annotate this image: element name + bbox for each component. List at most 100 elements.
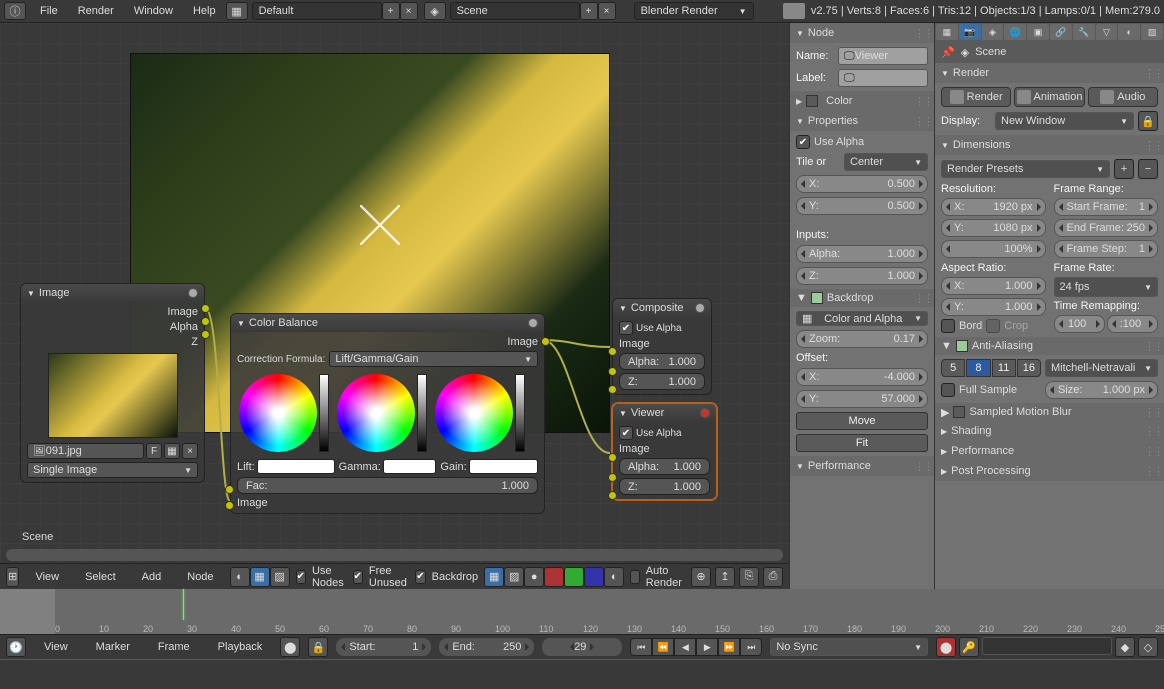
crop-check[interactable] (986, 319, 1000, 333)
aspect-x-field[interactable]: X:1.000 (941, 277, 1046, 295)
timeline-editor-type-icon[interactable]: 🕐 (6, 637, 26, 657)
tl-menu-view[interactable]: View (34, 638, 78, 656)
aa-filter-dropdown[interactable]: Mitchell-Netravali▼ (1045, 359, 1158, 377)
backdrop-channel-dropdown[interactable]: ▦ Color and Alpha▼ (796, 311, 928, 326)
panel-use-alpha-check[interactable] (796, 135, 810, 149)
fake-user-btn[interactable]: F (146, 443, 162, 459)
breadcrumb-scene[interactable]: Scene (975, 46, 1006, 58)
paste-icon[interactable]: ⎙ (763, 567, 783, 587)
editor-type-selector[interactable]: ⊞ (6, 567, 19, 587)
prop-y-field[interactable]: Y:0.500 (796, 197, 928, 215)
playhead[interactable] (183, 589, 184, 620)
input-z-field[interactable]: Z:1.000 (796, 267, 928, 285)
viewer-z-field[interactable]: Z:1.000 (619, 478, 710, 495)
correction-formula-dropdown[interactable]: Lift/Gamma/Gain▼ (329, 351, 538, 367)
res-x-field[interactable]: X:1920 px (941, 198, 1046, 216)
node-color-balance[interactable]: ▼Color Balance Image Correction Formula:… (230, 313, 545, 514)
composite-alpha-field[interactable]: Alpha:1.000 (619, 353, 705, 370)
channel-z-icon[interactable]: ◐ (604, 567, 624, 587)
preset-remove-icon[interactable]: − (1138, 159, 1158, 179)
horizontal-scrollbar[interactable] (6, 549, 783, 561)
node-composite[interactable]: ▼Composite Use Alpha Image Alpha:1.000 Z… (612, 298, 712, 395)
image-unlink-icon[interactable]: × (182, 443, 198, 459)
animation-button[interactable]: Animation (1014, 87, 1084, 107)
render-presets-dropdown[interactable]: Render Presets▼ (941, 160, 1110, 178)
record-icon[interactable]: ⬤ (280, 637, 300, 657)
play-icon[interactable]: ▶ (696, 638, 718, 656)
audio-button[interactable]: Audio (1088, 87, 1158, 107)
socket-z[interactable]: Z (191, 336, 198, 348)
remap-old-field[interactable]: 100 (1054, 315, 1105, 333)
composite-image-socket[interactable]: Image (619, 338, 650, 350)
image-filename-field[interactable]: 🖼 091.jpg (27, 443, 144, 459)
viewer-alpha-field[interactable]: Alpha:1.000 (619, 458, 710, 475)
editor-type-icon[interactable]: ⓘ (4, 2, 26, 20)
gain-value-slider[interactable] (515, 374, 525, 452)
channel-alpha-icon[interactable]: ● (524, 567, 544, 587)
layout-dropdown[interactable]: Default (252, 2, 382, 20)
lock-icon[interactable]: 🔒 (308, 637, 328, 657)
aa-16-btn[interactable]: 16 (1017, 359, 1041, 377)
play-reverse-icon[interactable]: ◀ (674, 638, 696, 656)
keyset-dropdown[interactable] (982, 637, 1112, 655)
start-frame-field[interactable]: Start Frame:1 (1054, 198, 1159, 216)
scene-dropdown[interactable]: Scene (450, 2, 580, 20)
image-open-icon[interactable]: ▦ (164, 443, 180, 459)
image-source-dropdown[interactable]: Single Image▼ (27, 462, 198, 478)
properties-tabs[interactable]: ▦📷◈🌐▣🔗🔧▽◐▨ (935, 23, 1164, 41)
aa-8-btn[interactable]: 8 (966, 359, 990, 377)
node-image[interactable]: ▼Image Image Alpha Z 🖼 091.jpg F ▦ × Sin… (20, 283, 205, 483)
gamma-wheel[interactable] (337, 374, 415, 452)
current-frame-input[interactable]: 29 (542, 638, 622, 656)
jump-end-icon[interactable]: ⏭ (740, 638, 762, 656)
render-button[interactable]: Render (941, 87, 1011, 107)
composite-z-field[interactable]: Z:1.000 (619, 373, 705, 390)
lift-swatch[interactable] (257, 459, 335, 474)
menu-window[interactable]: Window (124, 2, 183, 20)
snap-icon[interactable]: ⊕ (691, 567, 711, 587)
viewer-image-socket[interactable]: Image (619, 443, 650, 455)
keyframe-delete-icon[interactable]: ◇ (1138, 637, 1158, 657)
tl-menu-playback[interactable]: Playback (208, 638, 273, 656)
aspect-y-field[interactable]: Y:1.000 (941, 298, 1046, 316)
ne-menu-view[interactable]: View (25, 568, 69, 586)
node-editor[interactable]: ▼Image Image Alpha Z 🖼 091.jpg F ▦ × Sin… (0, 23, 789, 589)
socket-alpha[interactable]: Alpha (170, 321, 198, 333)
lift-wheel[interactable] (239, 374, 317, 452)
filter-size-field[interactable]: Size:1.000 px (1045, 381, 1158, 399)
tree-type-shader-icon[interactable]: ◐ (230, 567, 250, 587)
gamma-swatch[interactable] (383, 459, 436, 474)
menu-file[interactable]: File (30, 2, 68, 20)
preset-add-icon[interactable]: + (1114, 159, 1134, 179)
node-label-input[interactable]: 🖵 (838, 69, 928, 87)
start-frame-input[interactable]: Start:1 (336, 638, 431, 656)
socket-image[interactable]: Image (167, 306, 198, 318)
ne-menu-add[interactable]: Add (132, 568, 172, 586)
jump-start-icon[interactable]: ⏮ (630, 638, 652, 656)
sync-mode-dropdown[interactable]: No Sync▼ (770, 638, 928, 656)
use-nodes-check[interactable] (296, 570, 306, 584)
socket-in-image[interactable]: Image (237, 497, 268, 509)
channel-rgba-icon[interactable]: ▦ (484, 567, 504, 587)
channel-g-icon[interactable] (564, 567, 584, 587)
tree-type-texture-icon[interactable]: ▨ (270, 567, 290, 587)
keyframe-insert-icon[interactable]: ◆ (1115, 637, 1135, 657)
viewer-use-alpha-check[interactable] (619, 426, 633, 440)
tile-order-dropdown[interactable]: Center▼ (844, 153, 928, 171)
free-unused-check[interactable] (353, 570, 363, 584)
res-y-field[interactable]: Y:1080 px (941, 219, 1046, 237)
tl-menu-frame[interactable]: Frame (148, 638, 200, 656)
menu-render[interactable]: Render (68, 2, 124, 20)
channel-b-icon[interactable] (584, 567, 604, 587)
backdrop-check[interactable] (415, 570, 425, 584)
full-sample-check[interactable] (941, 383, 955, 397)
menu-help[interactable]: Help (183, 2, 226, 20)
zoom-field[interactable]: Zoom:0.17 (796, 330, 928, 348)
aa-5-btn[interactable]: 5 (941, 359, 965, 377)
keyframe-prev-icon[interactable]: ⏪ (652, 638, 674, 656)
move-backdrop-btn[interactable]: Move (796, 412, 928, 430)
keyset-icon[interactable]: 🔑 (959, 637, 979, 657)
autokey-record-icon[interactable]: ⬤ (936, 637, 956, 657)
display-lock-icon[interactable]: 🔒 (1138, 111, 1158, 131)
node-viewer[interactable]: ▼Viewer Use Alpha Image Alpha:1.000 Z:1.… (612, 403, 717, 500)
